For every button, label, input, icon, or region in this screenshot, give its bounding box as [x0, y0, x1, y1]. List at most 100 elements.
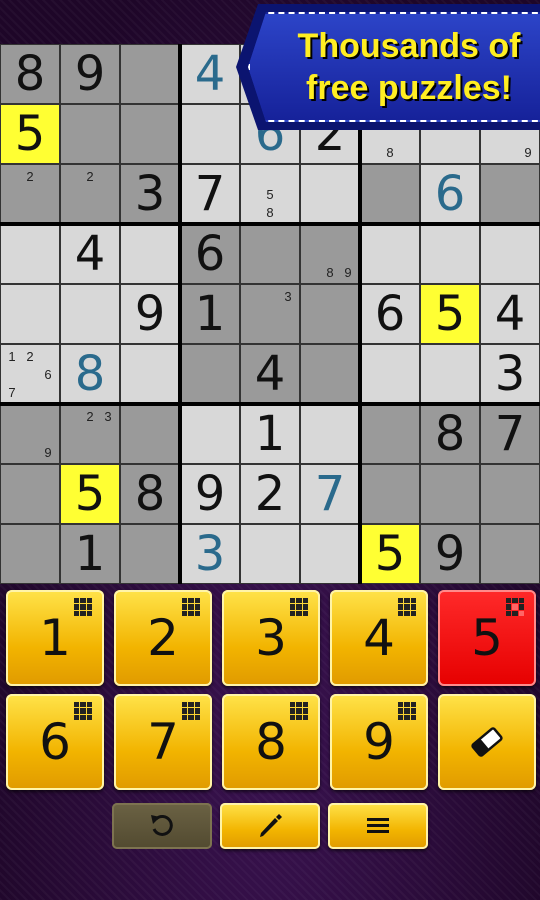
key-digit: 3	[255, 609, 287, 667]
board-cell-r5c7[interactable]: 6	[360, 284, 420, 344]
board-cell-r4c2[interactable]: 4	[60, 224, 120, 284]
board-cell-r2c1[interactable]: 5	[0, 104, 60, 164]
board-cell-r5c5[interactable]: 3	[240, 284, 300, 344]
pencil-note	[63, 167, 81, 185]
board-cell-r6c6[interactable]	[300, 344, 360, 404]
board-cell-r5c6[interactable]	[300, 284, 360, 344]
board-cell-r8c9[interactable]	[480, 464, 540, 524]
board-cell-r7c4[interactable]	[180, 404, 240, 464]
board-cell-r2c2[interactable]	[60, 104, 120, 164]
board-cell-r6c1[interactable]: 126 7	[0, 344, 60, 404]
board-cell-r8c8[interactable]	[420, 464, 480, 524]
board-cell-r8c4[interactable]: 9	[180, 464, 240, 524]
board-cell-r1c1[interactable]: 8	[0, 44, 60, 104]
board-cell-r5c2[interactable]	[60, 284, 120, 344]
pencil-note: 1	[8, 348, 16, 364]
board-cell-r5c3[interactable]: 9	[120, 284, 180, 344]
pencil-note	[39, 407, 57, 425]
board-cell-r8c1[interactable]	[0, 464, 60, 524]
key-digit: 8	[255, 713, 287, 771]
board-cell-r8c7[interactable]	[360, 464, 420, 524]
board-cell-r4c3[interactable]	[120, 224, 180, 284]
pencil-note	[243, 287, 261, 305]
board-cell-r3c6[interactable]	[300, 164, 360, 224]
cell-pencil-notes: 9	[3, 407, 57, 461]
board-cell-r4c6[interactable]: 89	[300, 224, 360, 284]
board-cell-r4c8[interactable]	[420, 224, 480, 284]
board-cell-r4c7[interactable]	[360, 224, 420, 284]
pencil-note	[63, 425, 81, 443]
pencil-note	[99, 425, 117, 443]
pencil-note	[99, 185, 117, 203]
board-cell-r7c5[interactable]: 1	[240, 404, 300, 464]
board-cell-r7c9[interactable]: 7	[480, 404, 540, 464]
board-cell-r1c4[interactable]: 4	[180, 44, 240, 104]
board-cell-r6c4[interactable]	[180, 344, 240, 404]
board-cell-r9c8[interactable]: 9	[420, 524, 480, 584]
number-key-5[interactable]: 5	[438, 590, 536, 686]
cell-value: 9	[194, 466, 226, 522]
board-cell-r3c3[interactable]: 3	[120, 164, 180, 224]
board-cell-r9c1[interactable]	[0, 524, 60, 584]
board-cell-r3c7[interactable]	[360, 164, 420, 224]
board-cell-r2c3[interactable]	[120, 104, 180, 164]
board-cell-r2c4[interactable]	[180, 104, 240, 164]
board-cell-r9c7[interactable]: 5	[360, 524, 420, 584]
board-cell-r3c8[interactable]: 6	[420, 164, 480, 224]
number-key-6[interactable]: 6	[6, 694, 104, 790]
number-key-2[interactable]: 2	[114, 590, 212, 686]
board-cell-r6c5[interactable]: 4	[240, 344, 300, 404]
board-cell-r7c1[interactable]: 9	[0, 404, 60, 464]
pencil-note	[21, 407, 39, 425]
board-cell-r3c2[interactable]: 2	[60, 164, 120, 224]
board-cell-r8c6[interactable]: 7	[300, 464, 360, 524]
board-cell-r9c3[interactable]	[120, 524, 180, 584]
board-cell-r6c3[interactable]	[120, 344, 180, 404]
board-cell-r3c9[interactable]	[480, 164, 540, 224]
board-cell-r7c6[interactable]	[300, 404, 360, 464]
board-cell-r8c2[interactable]: 5	[60, 464, 120, 524]
board-cell-r7c2[interactable]: 23	[60, 404, 120, 464]
eraser-button[interactable]	[438, 694, 536, 790]
pencil-note	[39, 347, 57, 365]
number-key-3[interactable]: 3	[222, 590, 320, 686]
grid-indicator-icon	[74, 702, 92, 720]
board-cell-r4c5[interactable]	[240, 224, 300, 284]
board-cell-r6c9[interactable]: 3	[480, 344, 540, 404]
board-cell-r5c4[interactable]: 1	[180, 284, 240, 344]
board-cell-r9c4[interactable]: 3	[180, 524, 240, 584]
board-cell-r7c3[interactable]	[120, 404, 180, 464]
board-cell-r7c7[interactable]	[360, 404, 420, 464]
board-cell-r3c1[interactable]: 2	[0, 164, 60, 224]
number-key-9[interactable]: 9	[330, 694, 428, 790]
board-cell-r9c2[interactable]: 1	[60, 524, 120, 584]
board-cell-r8c3[interactable]: 8	[120, 464, 180, 524]
number-key-4[interactable]: 4	[330, 590, 428, 686]
board-cell-r6c2[interactable]: 8	[60, 344, 120, 404]
board-cell-r3c4[interactable]: 7	[180, 164, 240, 224]
number-key-1[interactable]: 1	[6, 590, 104, 686]
board-cell-r6c7[interactable]	[360, 344, 420, 404]
board-cell-r6c8[interactable]	[420, 344, 480, 404]
board-cell-r3c5[interactable]: 58	[240, 164, 300, 224]
board-cell-r1c2[interactable]: 9	[60, 44, 120, 104]
board-cell-r7c8[interactable]: 8	[420, 404, 480, 464]
cell-value: 6	[434, 166, 466, 222]
number-key-7[interactable]: 7	[114, 694, 212, 790]
board-cell-r8c5[interactable]: 2	[240, 464, 300, 524]
board-cell-r9c9[interactable]	[480, 524, 540, 584]
board-cell-r5c9[interactable]: 4	[480, 284, 540, 344]
board-cell-r4c1[interactable]	[0, 224, 60, 284]
board-cell-r5c1[interactable]	[0, 284, 60, 344]
cell-value: 8	[74, 346, 106, 402]
board-cell-r9c5[interactable]	[240, 524, 300, 584]
board-cell-r5c8[interactable]: 5	[420, 284, 480, 344]
board-cell-r1c3[interactable]	[120, 44, 180, 104]
menu-button[interactable]	[328, 803, 428, 849]
board-cell-r9c6[interactable]	[300, 524, 360, 584]
number-key-8[interactable]: 8	[222, 694, 320, 790]
pencil-button[interactable]	[220, 803, 320, 849]
board-cell-r4c4[interactable]: 6	[180, 224, 240, 284]
undo-button[interactable]	[112, 803, 212, 849]
board-cell-r4c9[interactable]	[480, 224, 540, 284]
